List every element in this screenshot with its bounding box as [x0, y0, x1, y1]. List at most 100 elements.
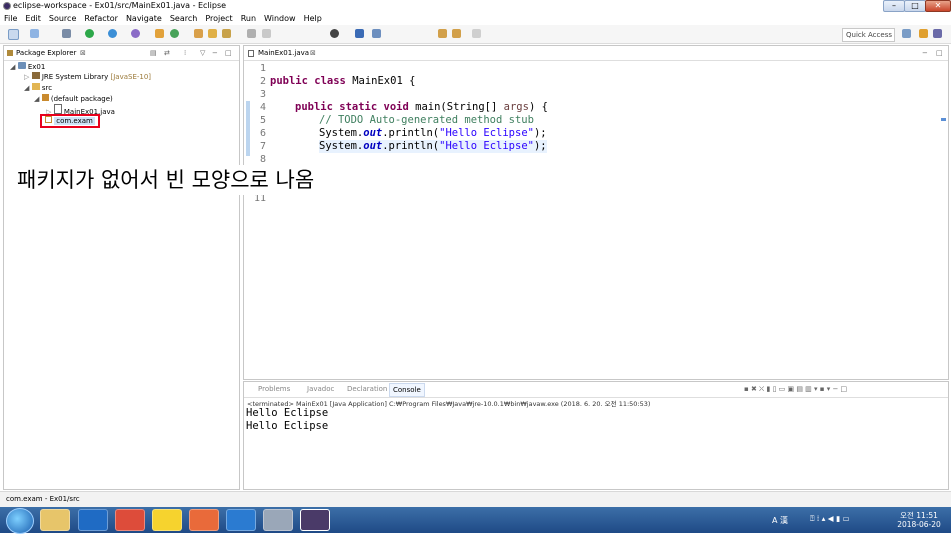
code-line-4[interactable]: public static void main(String[] args) {: [295, 101, 548, 114]
open-type-icon[interactable]: [194, 29, 203, 38]
clock-date[interactable]: 2018-06-20: [895, 520, 943, 529]
library-icon: [31, 72, 40, 79]
menu-file[interactable]: File: [0, 13, 21, 25]
toggle-breadcrumb-icon[interactable]: [262, 29, 271, 38]
console-toolbar-icons[interactable]: ▪ ✖ ⛌ ▮ ▯ ▭ ▣ ▤ ▥ ▾ ▪ ▾ − □: [744, 382, 847, 396]
open-task-icon[interactable]: [208, 29, 217, 38]
app-taskbar-icon[interactable]: [189, 509, 219, 531]
code-line-6[interactable]: System.out.println("Hello Eclipse");: [319, 127, 547, 140]
menu-project[interactable]: Project: [201, 13, 236, 25]
project-icon: [17, 62, 26, 69]
tree-item-jre[interactable]: ▷ JRE System Library [JavaSE-10]: [24, 72, 151, 82]
menu-refactor[interactable]: Refactor: [80, 13, 122, 25]
open-perspective-icon[interactable]: [355, 29, 364, 38]
tab-console[interactable]: Console: [389, 383, 425, 397]
kakaotalk-taskbar-icon[interactable]: [152, 509, 182, 531]
start-button-icon[interactable]: [6, 508, 34, 534]
open-perspective-button-icon[interactable]: [902, 29, 911, 38]
keyword: static: [339, 101, 378, 113]
maximize-button[interactable]: □: [904, 0, 926, 12]
minimize-view-icon[interactable]: −: [212, 46, 218, 60]
jre-version-label: [JavaSE-10]: [110, 73, 152, 81]
tree-item-ex01[interactable]: ◢ Ex01: [10, 62, 45, 72]
tree-label: (default package): [50, 95, 113, 103]
show-whitespace-icon[interactable]: [330, 29, 339, 38]
menu-edit[interactable]: Edit: [21, 13, 45, 25]
maximize-view-icon[interactable]: □: [225, 46, 232, 60]
coverage-icon[interactable]: [108, 29, 117, 38]
vscode-taskbar-icon[interactable]: [226, 509, 256, 531]
focus-icon[interactable]: ⁞: [184, 46, 186, 60]
save-icon[interactable]: [30, 29, 39, 38]
editor-tab[interactable]: MainEx01.java: [258, 46, 309, 60]
pin-editor-icon[interactable]: [372, 29, 381, 38]
code-text: main(String[]: [408, 101, 504, 113]
tree-item-default-package[interactable]: ◢ (default package): [34, 94, 113, 104]
back-icon[interactable]: [438, 29, 447, 38]
code-line-7[interactable]: System.out.println("Hello Eclipse");: [319, 140, 547, 153]
tab-problems[interactable]: Problems: [258, 382, 290, 396]
tray-icons[interactable]: ⍰ ⁞ ▴ ◀ ▮ ▭: [810, 514, 850, 524]
code-line-2[interactable]: public class MainEx01 {: [270, 75, 415, 88]
window-titlebar: eclipse-workspace - Ex01/src/MainEx01.ja…: [0, 0, 951, 14]
console-pane: Problems Javadoc Declaration Console ▪ ✖…: [243, 381, 949, 490]
menu-run[interactable]: Run: [237, 13, 260, 25]
ie-taskbar-icon[interactable]: [78, 509, 108, 531]
code-text: );: [533, 140, 547, 152]
code-line-5[interactable]: // TODO Auto-generated method stub: [319, 114, 534, 127]
close-button[interactable]: ✕: [925, 0, 951, 12]
menu-source[interactable]: Source: [45, 13, 80, 25]
new-package-icon[interactable]: [155, 29, 164, 38]
forward-icon[interactable]: [452, 29, 461, 38]
field: out: [363, 140, 383, 152]
expand-arrow-icon[interactable]: ◢: [34, 95, 39, 103]
expand-arrow-icon[interactable]: ◢: [10, 63, 15, 71]
package-explorer-tab-header: Package Explorer ⊠ ▤ ⇄ ⁞ ▽ − □: [4, 46, 239, 61]
ime-indicator[interactable]: A 漢: [772, 515, 788, 526]
tree-label: JRE System Library: [41, 73, 109, 81]
menu-window[interactable]: Window: [260, 13, 300, 25]
code-text: );: [533, 127, 547, 139]
java-file-icon: [248, 50, 254, 57]
java-perspective-icon[interactable]: [933, 29, 942, 38]
search-icon[interactable]: [222, 29, 231, 38]
close-tab-icon[interactable]: ⊠: [80, 46, 86, 60]
explorer-taskbar-icon[interactable]: [40, 509, 70, 531]
expand-arrow-icon[interactable]: ◢: [24, 84, 29, 92]
java-ee-perspective-icon[interactable]: [919, 29, 928, 38]
tree-item-src[interactable]: ◢ src: [24, 83, 52, 93]
status-bar: com.exam - Ex01/src: [0, 491, 951, 507]
minimize-editor-icon[interactable]: −: [922, 46, 928, 60]
chrome-taskbar-icon[interactable]: [115, 509, 145, 531]
eclipse-taskbar-icon[interactable]: [300, 509, 330, 531]
tab-javadoc[interactable]: Javadoc: [307, 382, 334, 396]
code-text: .println(: [382, 127, 440, 139]
maximize-editor-icon[interactable]: □: [936, 46, 943, 60]
menu-help[interactable]: Help: [300, 13, 326, 25]
external-tools-icon[interactable]: [131, 29, 140, 38]
link-with-editor-icon[interactable]: ⇄: [164, 46, 170, 60]
tree-item-com-exam-highlighted[interactable]: com.exam: [40, 114, 100, 128]
collapse-arrow-icon[interactable]: ▷: [24, 73, 29, 81]
editor-tab-header: MainEx01.java ⊠ − □: [244, 46, 948, 61]
line-number: 1: [259, 63, 266, 74]
snipping-tool-taskbar-icon[interactable]: [263, 509, 293, 531]
new-class-icon[interactable]: [170, 29, 179, 38]
collapse-all-icon[interactable]: ▤: [150, 46, 157, 60]
debug-icon[interactable]: [62, 29, 71, 38]
close-tab-icon[interactable]: ⊠: [310, 46, 316, 60]
minimize-button[interactable]: –: [883, 0, 905, 12]
menu-search[interactable]: Search: [166, 13, 201, 25]
new-icon[interactable]: [8, 29, 19, 40]
overview-ruler-marker: [941, 118, 946, 121]
view-menu-icon[interactable]: ▽: [200, 46, 205, 60]
menu-navigate[interactable]: Navigate: [122, 13, 166, 25]
tree-label: Ex01: [27, 63, 46, 71]
package-explorer-tab[interactable]: Package Explorer: [16, 46, 76, 60]
tab-declaration[interactable]: Declaration: [347, 382, 387, 396]
quick-access-field[interactable]: Quick Access: [842, 28, 895, 42]
code-text: System.: [319, 140, 364, 152]
last-edit-icon[interactable]: [472, 29, 481, 38]
run-icon[interactable]: [85, 29, 94, 38]
toggle-mark-icon[interactable]: [247, 29, 256, 38]
